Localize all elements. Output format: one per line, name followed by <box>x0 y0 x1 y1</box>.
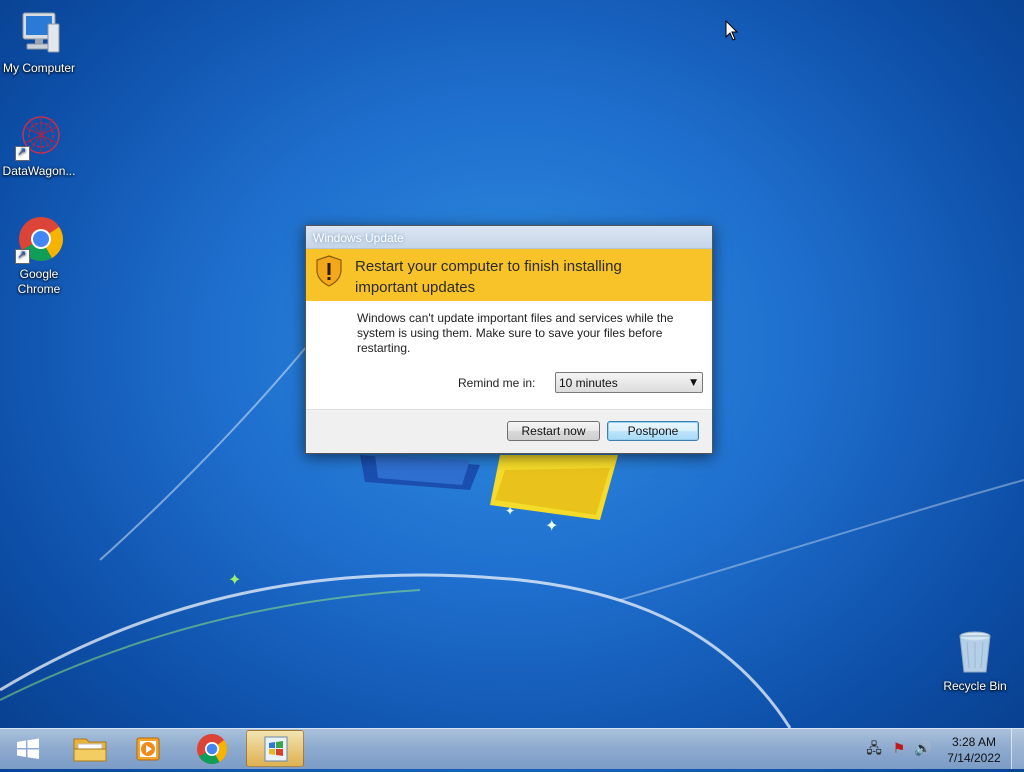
dialog-message-line1: Windows can't update important files and… <box>357 311 674 325</box>
taskbar-chrome[interactable] <box>184 730 240 767</box>
warning-shield-icon <box>316 255 342 287</box>
clock-date: 7/14/2022 <box>947 751 1001 765</box>
start-orb-icon <box>17 738 39 759</box>
dialog-message-line2: system is using them. Make sure to save … <box>357 326 663 340</box>
dropdown-arrow-icon: ▼ <box>690 378 697 388</box>
start-button[interactable] <box>8 734 48 764</box>
wallpaper-sparkle: ✦ <box>228 570 242 589</box>
dialog-message: Windows can't update important files and… <box>306 301 687 356</box>
show-desktop-button[interactable] <box>1011 729 1024 769</box>
mouse-cursor-icon <box>725 20 739 41</box>
desktop-icon-datawagon[interactable]: DataWagon... <box>0 113 81 179</box>
datawagon-icon <box>15 113 63 161</box>
dialog-heading-line2: important updates <box>355 279 476 296</box>
system-clock[interactable]: 3:28 AM 7/14/2022 <box>938 734 1010 766</box>
desktop-icon-label-line2: Chrome <box>17 282 61 296</box>
remind-label: Remind me in: <box>458 376 536 390</box>
volume-icon[interactable]: 🔊 <box>914 741 931 757</box>
network-icon[interactable]: 🖧 <box>866 741 882 757</box>
taskbar: 🖧 ⚑ 🔊 3:28 AM 7/14/2022 <box>0 728 1024 769</box>
desktop-icon-my-computer[interactable]: My Computer <box>0 10 81 76</box>
remind-interval-value: 10 minutes <box>559 376 618 390</box>
shortcut-arrow-icon <box>15 144 30 161</box>
shortcut-arrow-icon <box>15 247 30 264</box>
remind-row: Remind me in: 10 minutes ▼ <box>306 372 712 396</box>
dialog-heading-line1: Restart your computer to finish installi… <box>355 258 622 275</box>
chrome-icon <box>15 216 63 264</box>
chrome-icon <box>197 734 227 765</box>
dialog-heading: Restart your computer to finish installi… <box>355 256 622 298</box>
dialog-footer: Restart now Postpone <box>306 409 712 453</box>
desktop-icon-label: DataWagon... <box>2 164 76 178</box>
computer-icon <box>15 10 63 58</box>
restart-now-button[interactable]: Restart now <box>507 421 600 441</box>
windows-update-icon <box>264 736 288 762</box>
taskbar-file-explorer[interactable] <box>62 730 118 767</box>
wallpaper-sparkle: ✦ <box>545 516 559 535</box>
taskbar-windows-update[interactable] <box>246 730 304 767</box>
desktop-icon-label: Recycle Bin <box>943 679 1007 693</box>
dialog-banner: Restart your computer to finish installi… <box>306 249 712 301</box>
taskbar-media-player[interactable] <box>121 730 177 767</box>
action-center-flag-icon[interactable]: ⚑ <box>891 741 907 757</box>
remind-interval-select[interactable]: 10 minutes ▼ <box>555 372 703 393</box>
desktop-icon-label: My Computer <box>2 61 76 75</box>
clock-time: 3:28 AM <box>951 735 997 749</box>
dialog-message-line3: restarting. <box>357 341 411 355</box>
dialog-title[interactable]: Windows Update <box>306 226 712 249</box>
windows-update-dialog: Windows Update Restart your computer to … <box>305 225 713 454</box>
file-explorer-icon <box>73 738 107 762</box>
media-player-icon <box>136 737 160 761</box>
wallpaper-sparkle: ✦ <box>505 504 516 518</box>
postpone-button[interactable]: Postpone <box>607 421 699 441</box>
recycle-bin-icon <box>951 628 999 676</box>
desktop-icon-recycle-bin[interactable]: Recycle Bin <box>933 628 1017 694</box>
desktop-icon-google-chrome[interactable]: Google Chrome <box>0 216 81 297</box>
desktop-icon-label-line1: Google <box>19 267 59 281</box>
